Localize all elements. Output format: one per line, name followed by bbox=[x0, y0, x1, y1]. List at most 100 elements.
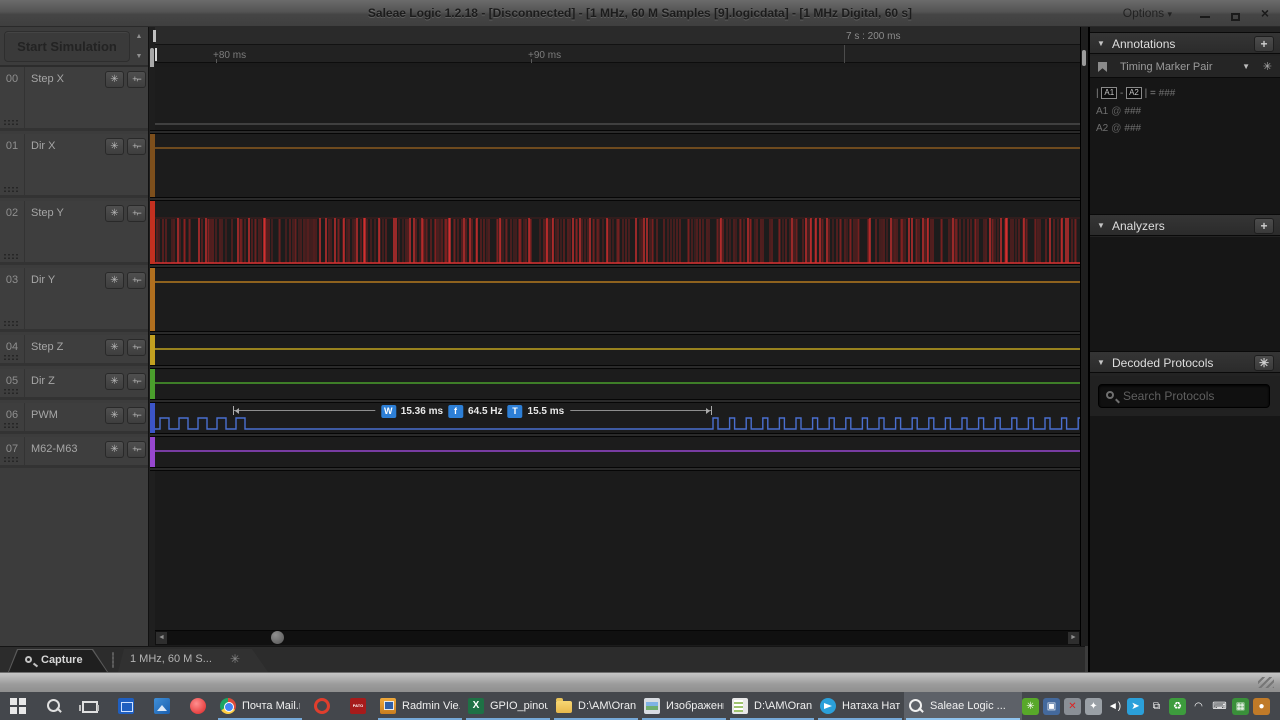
scroll-right-arrow-icon[interactable]: ► bbox=[1068, 632, 1079, 644]
collapse-triangle-icon[interactable]: ▼ bbox=[1097, 39, 1105, 48]
search-input[interactable]: Search Protocols bbox=[1098, 384, 1270, 408]
a2-marker-chip[interactable]: A2 bbox=[1126, 87, 1142, 99]
channel-row-06[interactable]: 06 PWM ✳ +⌐ bbox=[0, 403, 148, 434]
tray-telegram-icon[interactable]: ➤ bbox=[1127, 697, 1144, 715]
channel-gear-button[interactable]: ✳ bbox=[105, 272, 124, 289]
tray-radmin-icon[interactable]: ▣ bbox=[1043, 697, 1060, 715]
taskbar-task-image-viewer[interactable]: Изображения bbox=[640, 692, 728, 720]
tray-orange-app-icon[interactable]: ● bbox=[1253, 697, 1270, 715]
channel-trigger-button[interactable]: +⌐ bbox=[127, 373, 146, 390]
pinned-blue-app[interactable] bbox=[108, 692, 144, 720]
waveform-lane-07[interactable] bbox=[150, 437, 1080, 467]
tray-wifi-icon[interactable]: ◠ bbox=[1190, 698, 1207, 715]
add-analyzer-button[interactable]: + bbox=[1254, 218, 1274, 234]
channel-trigger-button[interactable]: +⌐ bbox=[127, 441, 146, 458]
search-button[interactable] bbox=[36, 692, 72, 720]
a1-marker-chip[interactable]: A1 bbox=[1101, 87, 1118, 99]
scroll-left-arrow-icon[interactable]: ◄ bbox=[156, 632, 167, 644]
restore-button[interactable] bbox=[1220, 0, 1250, 26]
annotations-header[interactable]: ▼ Annotations + bbox=[1090, 32, 1280, 54]
row-drag-grip-icon[interactable] bbox=[3, 320, 18, 327]
taskbar-task-saleae[interactable]: Saleae Logic ... bbox=[904, 692, 1022, 720]
row-drag-grip-icon[interactable] bbox=[3, 354, 18, 361]
taskbar-task-radmin[interactable]: Radmin Vie... bbox=[376, 692, 464, 720]
pinned-photos-app[interactable] bbox=[144, 692, 180, 720]
row-drag-grip-icon[interactable] bbox=[3, 422, 18, 429]
tray-recycle-icon[interactable]: ♻ bbox=[1169, 697, 1186, 715]
decoded-protocols-header[interactable]: ▼ Decoded Protocols ✳ bbox=[1090, 351, 1280, 373]
timeline-tick-row[interactable] bbox=[155, 45, 1080, 63]
pinned-red-app[interactable] bbox=[180, 692, 216, 720]
row-drag-grip-icon[interactable] bbox=[3, 253, 18, 260]
channel-trigger-button[interactable]: +⌐ bbox=[127, 138, 146, 155]
waveform-lane-01[interactable] bbox=[150, 134, 1080, 197]
vertical-scrollbar[interactable] bbox=[1080, 27, 1088, 646]
start-button[interactable] bbox=[0, 692, 36, 720]
collapse-triangle-icon[interactable]: ▼ bbox=[1097, 221, 1105, 230]
gear-icon[interactable]: ✳ bbox=[230, 652, 240, 666]
timeline-pan-handle[interactable] bbox=[153, 30, 156, 42]
timeline-header[interactable] bbox=[155, 27, 1080, 45]
tray-shapes-icon[interactable]: ⧉ bbox=[1148, 698, 1165, 715]
waveform-lane-02[interactable] bbox=[150, 201, 1080, 264]
row-drag-grip-icon[interactable] bbox=[3, 186, 18, 193]
channel-gear-button[interactable]: ✳ bbox=[105, 205, 124, 222]
horizontal-scrollbar[interactable] bbox=[155, 630, 1080, 645]
channel-trigger-button[interactable]: +⌐ bbox=[127, 71, 146, 88]
capture-tab[interactable]: Capture bbox=[8, 649, 108, 672]
language-indicator[interactable]: ENG bbox=[1274, 700, 1280, 712]
channel-row-02[interactable]: 02 Step Y ✳ +⌐ bbox=[0, 201, 148, 265]
spinner-down-icon[interactable]: ▼ bbox=[136, 53, 143, 61]
taskbar-task-folder[interactable]: D:\AM\Oran... bbox=[552, 692, 640, 720]
waveform-lane-03[interactable] bbox=[150, 268, 1080, 331]
channel-row-03[interactable]: 03 Dir Y ✳ +⌐ bbox=[0, 268, 148, 332]
channel-trigger-button[interactable]: +⌐ bbox=[127, 339, 146, 356]
taskbar-task-chrome[interactable]: Почта Mail.r... bbox=[216, 692, 304, 720]
tray-dropbox-icon[interactable]: ✦ bbox=[1085, 697, 1102, 715]
row-drag-grip-icon[interactable] bbox=[3, 388, 18, 395]
channel-row-05[interactable]: 05 Dir Z ✳ +⌐ bbox=[0, 369, 148, 400]
channel-gear-button[interactable]: ✳ bbox=[105, 373, 124, 390]
minimize-button[interactable] bbox=[1190, 0, 1220, 26]
add-annotation-button[interactable]: + bbox=[1254, 36, 1274, 52]
close-button[interactable]: × bbox=[1250, 0, 1280, 26]
channel-gear-button[interactable]: ✳ bbox=[105, 407, 124, 424]
horizontal-scrollbar-thumb[interactable] bbox=[271, 631, 284, 644]
taskbar-task-excel[interactable]: GPIO_pinout... bbox=[464, 692, 552, 720]
waveform-lane-00[interactable] bbox=[150, 67, 1080, 130]
channel-gear-button[interactable]: ✳ bbox=[105, 441, 124, 458]
options-menu[interactable]: Options ▾ bbox=[1115, 0, 1180, 27]
session-tab[interactable]: 1 MHz, 60 M S... ✳ bbox=[118, 649, 268, 672]
tray-green-app-icon[interactable]: ✳ bbox=[1022, 697, 1039, 715]
collapse-triangle-icon[interactable]: ▼ bbox=[1097, 358, 1105, 367]
analyzers-header[interactable]: ▼ Analyzers + bbox=[1090, 214, 1280, 236]
timing-marker-pair-row[interactable]: Timing Marker Pair ▼ ✳ bbox=[1090, 56, 1280, 78]
tray-keyboard-icon[interactable]: ⌨ bbox=[1211, 698, 1228, 715]
waveform-lane-05[interactable] bbox=[150, 369, 1080, 399]
channel-row-07[interactable]: 07 M62-M63 ✳ +⌐ bbox=[0, 437, 148, 468]
row-drag-grip-icon[interactable] bbox=[3, 456, 18, 463]
channel-row-01[interactable]: 01 Dir X ✳ +⌐ bbox=[0, 134, 148, 198]
channel-gear-button[interactable]: ✳ bbox=[105, 71, 124, 88]
channel-row-04[interactable]: 04 Step Z ✳ +⌐ bbox=[0, 335, 148, 366]
tray-monitor-icon[interactable]: ▦ bbox=[1232, 697, 1249, 715]
tray-error-icon[interactable]: ✕ bbox=[1064, 697, 1081, 715]
channel-trigger-button[interactable]: +⌐ bbox=[127, 205, 146, 222]
spinner-up-icon[interactable]: ▲ bbox=[136, 33, 143, 41]
vertical-scrollbar-thumb[interactable] bbox=[1082, 50, 1086, 66]
channel-gear-button[interactable]: ✳ bbox=[105, 339, 124, 356]
taskbar-task-notepad[interactable]: D:\AM\Oran... bbox=[728, 692, 816, 720]
channel-trigger-button[interactable]: +⌐ bbox=[127, 272, 146, 289]
channel-row-00[interactable]: 00 Step X ✳ +⌐ bbox=[0, 67, 148, 131]
tray-volume-icon[interactable]: ◄) bbox=[1106, 698, 1123, 715]
start-simulation-button[interactable]: Start Simulation bbox=[4, 31, 130, 62]
taskbar-task-opera[interactable] bbox=[304, 692, 340, 720]
simulation-spinner[interactable]: ▲ ▼ bbox=[131, 33, 147, 61]
row-drag-grip-icon[interactable] bbox=[3, 119, 18, 126]
protocols-gear-button[interactable]: ✳ bbox=[1254, 355, 1274, 371]
title-bar[interactable]: Saleae Logic 1.2.18 - [Disconnected] - [… bbox=[0, 0, 1280, 27]
resize-grip-icon[interactable] bbox=[1258, 677, 1274, 688]
taskbar-task-telegram[interactable]: Натаха Ната... bbox=[816, 692, 904, 720]
channel-trigger-button[interactable]: +⌐ bbox=[127, 407, 146, 424]
task-view-button[interactable] bbox=[72, 692, 108, 720]
